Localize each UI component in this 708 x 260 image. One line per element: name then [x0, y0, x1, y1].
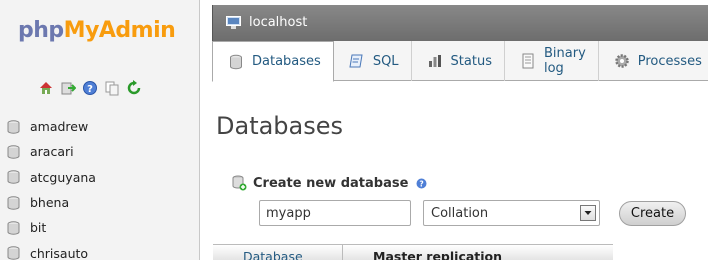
- tab-status[interactable]: Status: [412, 41, 505, 81]
- database-icon: [228, 54, 244, 70]
- sql-icon: [349, 53, 365, 69]
- copy-icon[interactable]: [104, 80, 120, 96]
- database-icon: [7, 170, 20, 184]
- database-tree-item[interactable]: atcguyana: [0, 165, 200, 190]
- svg-text:?: ?: [87, 84, 93, 95]
- database-tree-item[interactable]: amadrew: [0, 114, 200, 139]
- database-tree-item-label: bit: [30, 220, 47, 236]
- status-icon: [427, 53, 443, 69]
- tab-label: Processes: [637, 53, 702, 69]
- collation-select[interactable]: Collation: [423, 200, 600, 226]
- database-tree-item[interactable]: bhena: [0, 190, 200, 215]
- server-breadcrumb: localhost: [212, 5, 708, 41]
- help-icon[interactable]: ?: [416, 178, 427, 189]
- reload-icon[interactable]: [126, 80, 142, 96]
- logo-my: My: [63, 18, 100, 43]
- database-tree-item[interactable]: chrisauto: [0, 240, 200, 260]
- database-table-header: Database Master replication: [213, 244, 613, 260]
- column-header-database[interactable]: Database: [213, 245, 343, 260]
- logout-icon[interactable]: [60, 80, 77, 96]
- database-tree-item-label: amadrew: [30, 119, 89, 135]
- database-tree-item-label: atcguyana: [30, 169, 96, 185]
- navigation-panel: phpMyAdmin ? amadrew aracari atcguyana bhen…: [0, 0, 200, 260]
- tab-databases[interactable]: Databases: [212, 41, 334, 82]
- database-tree-item-label: chrisauto: [30, 245, 89, 260]
- top-menu-tabs: Databases SQL Status Binary log Processes: [212, 41, 708, 82]
- database-tree-item[interactable]: bit: [0, 215, 200, 240]
- database-icon: [7, 195, 20, 210]
- tab-label: SQL: [372, 53, 399, 69]
- create-database-header: Create new database ?: [231, 175, 427, 191]
- database-add-icon: [231, 175, 247, 191]
- tab-label: Status: [450, 53, 492, 69]
- tab-label: Binary log: [543, 46, 586, 76]
- home-icon[interactable]: [38, 80, 54, 96]
- database-tree-item[interactable]: aracari: [0, 139, 200, 164]
- database-tree-item-label: bhena: [30, 195, 70, 211]
- server-link[interactable]: localhost: [249, 15, 307, 30]
- server-icon: [226, 16, 241, 30]
- help-icon[interactable]: ?: [82, 80, 98, 96]
- page-title: Databases: [216, 112, 344, 140]
- tab-processes[interactable]: Processes: [599, 41, 708, 81]
- main-panel: localhost Databases SQL Status Binary log Pr…: [212, 0, 708, 260]
- create-button[interactable]: Create: [619, 201, 686, 226]
- chevron-down-icon[interactable]: [580, 205, 596, 221]
- database-icon: [7, 221, 20, 235]
- binary-log-icon: [520, 53, 536, 69]
- logo-php: php: [18, 18, 64, 43]
- database-tree: amadrew aracari atcguyana bhena bit chrisauto: [0, 114, 200, 260]
- database-icon: [7, 246, 20, 260]
- tab-sql[interactable]: SQL: [334, 41, 412, 81]
- tab-binary-log[interactable]: Binary log: [505, 41, 599, 81]
- logo-admin: Admin: [98, 18, 176, 43]
- collation-selected-value: Collation: [431, 206, 489, 221]
- database-icon: [7, 145, 20, 159]
- database-icon: [7, 119, 20, 134]
- gear-icon: [614, 53, 630, 69]
- phpmyadmin-logo[interactable]: phpMyAdmin: [18, 18, 176, 52]
- database-tree-item-label: aracari: [30, 144, 74, 160]
- column-header-master-replication: Master replication: [373, 249, 503, 260]
- database-name-input[interactable]: [259, 200, 411, 226]
- tab-label: Databases: [252, 54, 321, 69]
- create-database-label: Create new database: [253, 175, 409, 191]
- svg-text:?: ?: [420, 179, 424, 188]
- quick-links: ?: [38, 78, 142, 98]
